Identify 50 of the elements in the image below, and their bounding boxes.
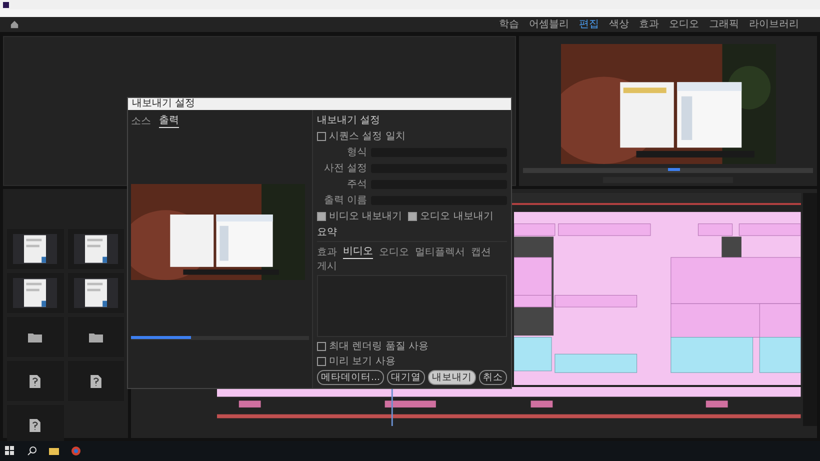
- checkbox-label: 비디오 내보내기: [328, 210, 402, 223]
- workspace-tab[interactable]: 효과: [639, 18, 659, 32]
- field-label: 사전 설정: [322, 162, 367, 175]
- workspace-tab[interactable]: 어셈블리: [529, 18, 569, 32]
- dialog-button[interactable]: 메타데이터...: [316, 370, 384, 385]
- checkbox-label: 최대 렌더링 품질 사용: [328, 340, 428, 353]
- checkbox-label: 미리 보기 사용: [328, 355, 396, 368]
- checkbox-label: 오디오 내보내기: [420, 210, 494, 223]
- dialog-button[interactable]: 내보내기: [428, 370, 476, 385]
- app-icon: [3, 2, 9, 8]
- folder-icon[interactable]: [28, 330, 42, 344]
- workspace-tab[interactable]: 라이브러리: [749, 18, 799, 32]
- field-label: 주석: [346, 178, 367, 191]
- field-label: 형식: [346, 146, 367, 159]
- dialog-button[interactable]: 대기열: [387, 370, 425, 385]
- settings-tab[interactable]: 게시: [316, 259, 337, 273]
- dialog-title: 내보내기 설정: [128, 98, 511, 110]
- workspace-tab[interactable]: 학습: [499, 18, 519, 32]
- settings-tab[interactable]: 오디오: [378, 244, 409, 259]
- dialog-tab[interactable]: 출력: [159, 113, 179, 128]
- start-icon[interactable]: [5, 446, 15, 456]
- folder-icon[interactable]: [88, 330, 103, 344]
- checkbox[interactable]: [316, 132, 326, 140]
- unknown-file-icon[interactable]: [28, 418, 42, 432]
- checkbox-label: 시퀀스 설정 일치: [328, 130, 406, 143]
- section-header: 내보내기 설정: [316, 114, 382, 127]
- dialog-button[interactable]: 취소: [479, 370, 507, 385]
- workspace-tab[interactable]: 오디오: [669, 18, 699, 32]
- preview-scrubber[interactable]: [131, 336, 309, 340]
- settings-tab[interactable]: 비디오: [342, 244, 373, 259]
- summary-heading: 요약: [316, 226, 338, 239]
- checkbox[interactable]: [316, 342, 326, 350]
- checkbox[interactable]: [316, 212, 326, 220]
- workspace-tab[interactable]: 색상: [609, 18, 629, 32]
- home-icon[interactable]: [10, 20, 19, 29]
- checkbox[interactable]: [316, 356, 326, 366]
- search-icon[interactable]: [27, 446, 37, 456]
- workspace-tab[interactable]: 편집: [579, 18, 599, 32]
- browser-icon[interactable]: [71, 446, 81, 456]
- timeline-scrubber[interactable]: [523, 168, 813, 173]
- dialog-tab[interactable]: 소스: [131, 113, 151, 128]
- unknown-file-icon[interactable]: [28, 374, 42, 388]
- settings-tab[interactable]: 효과: [316, 244, 337, 259]
- settings-tab[interactable]: 캡션: [470, 244, 491, 259]
- field-label: 출력 이름: [322, 194, 367, 207]
- checkbox[interactable]: [408, 212, 418, 220]
- workspace-tab[interactable]: 그래픽: [709, 18, 739, 32]
- folder-icon[interactable]: [49, 446, 59, 456]
- unknown-file-icon[interactable]: [88, 374, 103, 388]
- settings-tab[interactable]: 멀티플렉서: [414, 244, 465, 259]
